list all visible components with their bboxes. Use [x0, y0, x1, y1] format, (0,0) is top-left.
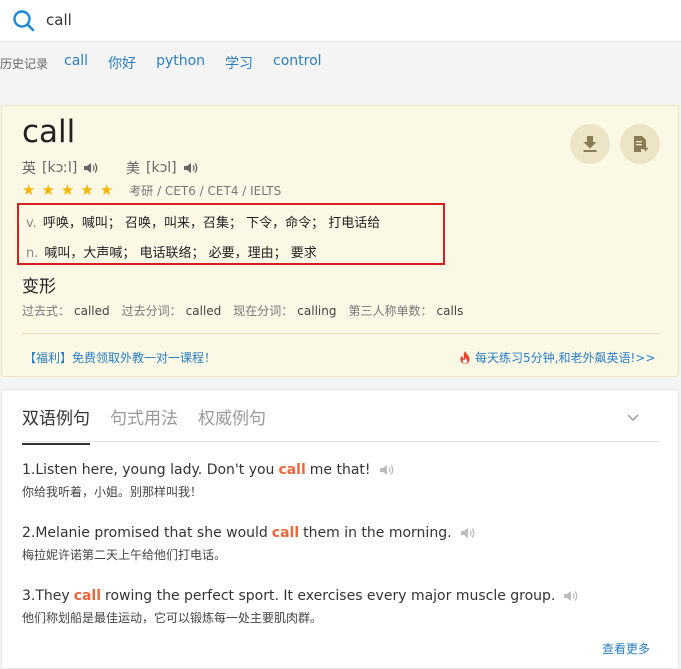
promo-practice-text: 每天练习5分钟,和老外飙英语!>>: [475, 351, 656, 365]
form-third-person: 第三人称单数： calls: [348, 302, 463, 319]
tab-sentence-patterns[interactable]: 句式用法: [110, 404, 178, 445]
speaker-icon[interactable]: [379, 463, 395, 477]
history-label: 历史记录: [0, 57, 49, 71]
us-label: 美: [126, 161, 140, 177]
search-bar: [0, 0, 681, 42]
example-text: 2.Melanie promised that she would: [22, 525, 268, 541]
pos-label: v.: [26, 216, 37, 231]
example-chinese: 你给我听着，小姐。别那样叫我！: [22, 485, 203, 499]
download-button[interactable]: [570, 124, 610, 164]
form-past-participle: 过去分词： called: [122, 302, 222, 319]
search-icon[interactable]: [12, 9, 36, 33]
add-to-wordbook-button[interactable]: [620, 124, 660, 164]
forms-title: 变形: [22, 277, 56, 297]
see-more-link[interactable]: 查看更多: [602, 640, 650, 657]
search-history: 历史记录 call 你好 python 学习 control: [0, 48, 681, 76]
promo-link-practice[interactable]: 每天练习5分钟,和老外飙英语!>>: [459, 349, 655, 366]
form-label: 过去式：: [22, 304, 71, 318]
download-icon: [583, 136, 597, 152]
headword: call: [22, 114, 76, 150]
definition-verb: v. 呼唤，喊叫； 召唤，叫来，召集； 下令，命令； 打电话给: [26, 212, 380, 231]
example-keyword: call: [73, 588, 102, 604]
promo-link-free-course[interactable]: 【福利】免费领取外教一对一课程！: [24, 349, 216, 366]
search-input[interactable]: [46, 9, 646, 31]
star-icon: ★: [22, 181, 36, 199]
form-value: calling: [297, 304, 337, 318]
history-item-python[interactable]: python: [156, 53, 205, 73]
tab-bilingual-examples[interactable]: 双语例句: [22, 404, 90, 445]
chevron-down-icon[interactable]: [626, 410, 640, 424]
pos-label: n.: [26, 246, 39, 261]
rating-row: ★ ★ ★ ★ ★ 考研 / CET6 / CET4 / IELTS: [22, 181, 281, 199]
word-card: call 英 [kɔːl] 美 [kɔl] ★ ★ ★ ★ ★ 考研 / CET…: [1, 105, 679, 377]
uk-label: 英: [22, 161, 36, 177]
form-label: 现在分词：: [233, 304, 294, 318]
examples-tabs: 双语例句 句式用法 权威例句: [22, 404, 286, 445]
form-label: 过去分词：: [121, 304, 182, 318]
star-icon: ★: [41, 181, 55, 199]
example-text: me that!: [309, 462, 371, 478]
us-phonetic: [kɔl]: [146, 160, 177, 176]
star-icon: ★: [99, 181, 114, 199]
definition-text: 呼唤，喊叫； 召唤，叫来，召集； 下令，命令； 打电话给: [42, 216, 381, 231]
uk-phonetic: [kɔːl]: [42, 160, 78, 176]
history-list: call 你好 python 学习 control: [64, 53, 342, 73]
example-text: rowing the perfect sport. It exercises e…: [105, 588, 556, 604]
uk-pronunciation: 英 [kɔːl]: [22, 158, 99, 178]
example-english: 2.Melanie promised that she would call the…: [22, 525, 476, 541]
definitions-box: v. 呼唤，喊叫； 召唤，叫来，召集； 下令，命令； 打电话给 n. 喊叫，大声喊；…: [17, 203, 445, 265]
history-item-nihao[interactable]: 你好: [108, 53, 136, 73]
star-icon: ★: [60, 181, 75, 199]
speaker-icon[interactable]: [460, 526, 476, 540]
definition-noun: n. 喊叫，大声喊； 电话联络； 必要，理由； 要求: [26, 242, 317, 261]
example-text: them in the morning.: [303, 525, 452, 541]
form-value: called: [185, 304, 222, 318]
us-speaker-icon[interactable]: [183, 161, 199, 175]
example-chinese: 梅拉妮许诺第二天上午给他们打电话。: [22, 548, 227, 562]
word-forms: 过去式： called 过去分词： called 现在分词： calling 第三人称…: [22, 302, 475, 319]
example-item: 1.Listen here, young lady. Don't you call…: [22, 462, 395, 500]
speaker-icon[interactable]: [563, 589, 579, 603]
form-past: 过去式： called: [22, 302, 110, 319]
example-keyword: call: [271, 525, 300, 541]
divider: [22, 333, 660, 334]
form-label: 第三人称单数：: [348, 304, 433, 318]
example-chinese: 他们称划船是最佳运动，它可以锻炼每一处主要肌肉群。: [22, 611, 323, 625]
form-present-participle: 现在分词： calling: [233, 302, 336, 319]
form-value: called: [74, 304, 110, 318]
example-item: 2.Melanie promised that she would call the…: [22, 525, 476, 563]
history-item-xuexi[interactable]: 学习: [225, 53, 253, 73]
uk-speaker-icon[interactable]: [83, 161, 99, 175]
history-item-call[interactable]: call: [64, 53, 88, 73]
example-item: 3.They call rowing the perfect sport. It e…: [22, 588, 579, 626]
definition-text: 喊叫，大声喊； 电话联络； 必要，理由； 要求: [44, 246, 317, 261]
example-english: 1.Listen here, young lady. Don't you call…: [22, 462, 395, 478]
history-item-control[interactable]: control: [273, 53, 322, 73]
tabs-underline: [22, 441, 660, 442]
example-text: 1.Listen here, young lady. Don't you: [22, 462, 275, 478]
examples-panel: 双语例句 句式用法 权威例句 1.Listen here, young lady…: [1, 389, 679, 669]
star-icon: ★: [80, 181, 94, 199]
exam-tags: 考研 / CET6 / CET4 / IELTS: [129, 183, 282, 198]
fire-icon: [460, 351, 470, 364]
note-add-icon: [634, 136, 648, 152]
us-pronunciation: 美 [kɔl]: [126, 158, 199, 178]
example-keyword: call: [278, 462, 306, 478]
tab-authoritative-examples[interactable]: 权威例句: [198, 404, 266, 445]
form-value: calls: [436, 304, 464, 318]
example-english: 3.They call rowing the perfect sport. It e…: [22, 588, 579, 604]
example-text: 3.They: [22, 588, 70, 604]
